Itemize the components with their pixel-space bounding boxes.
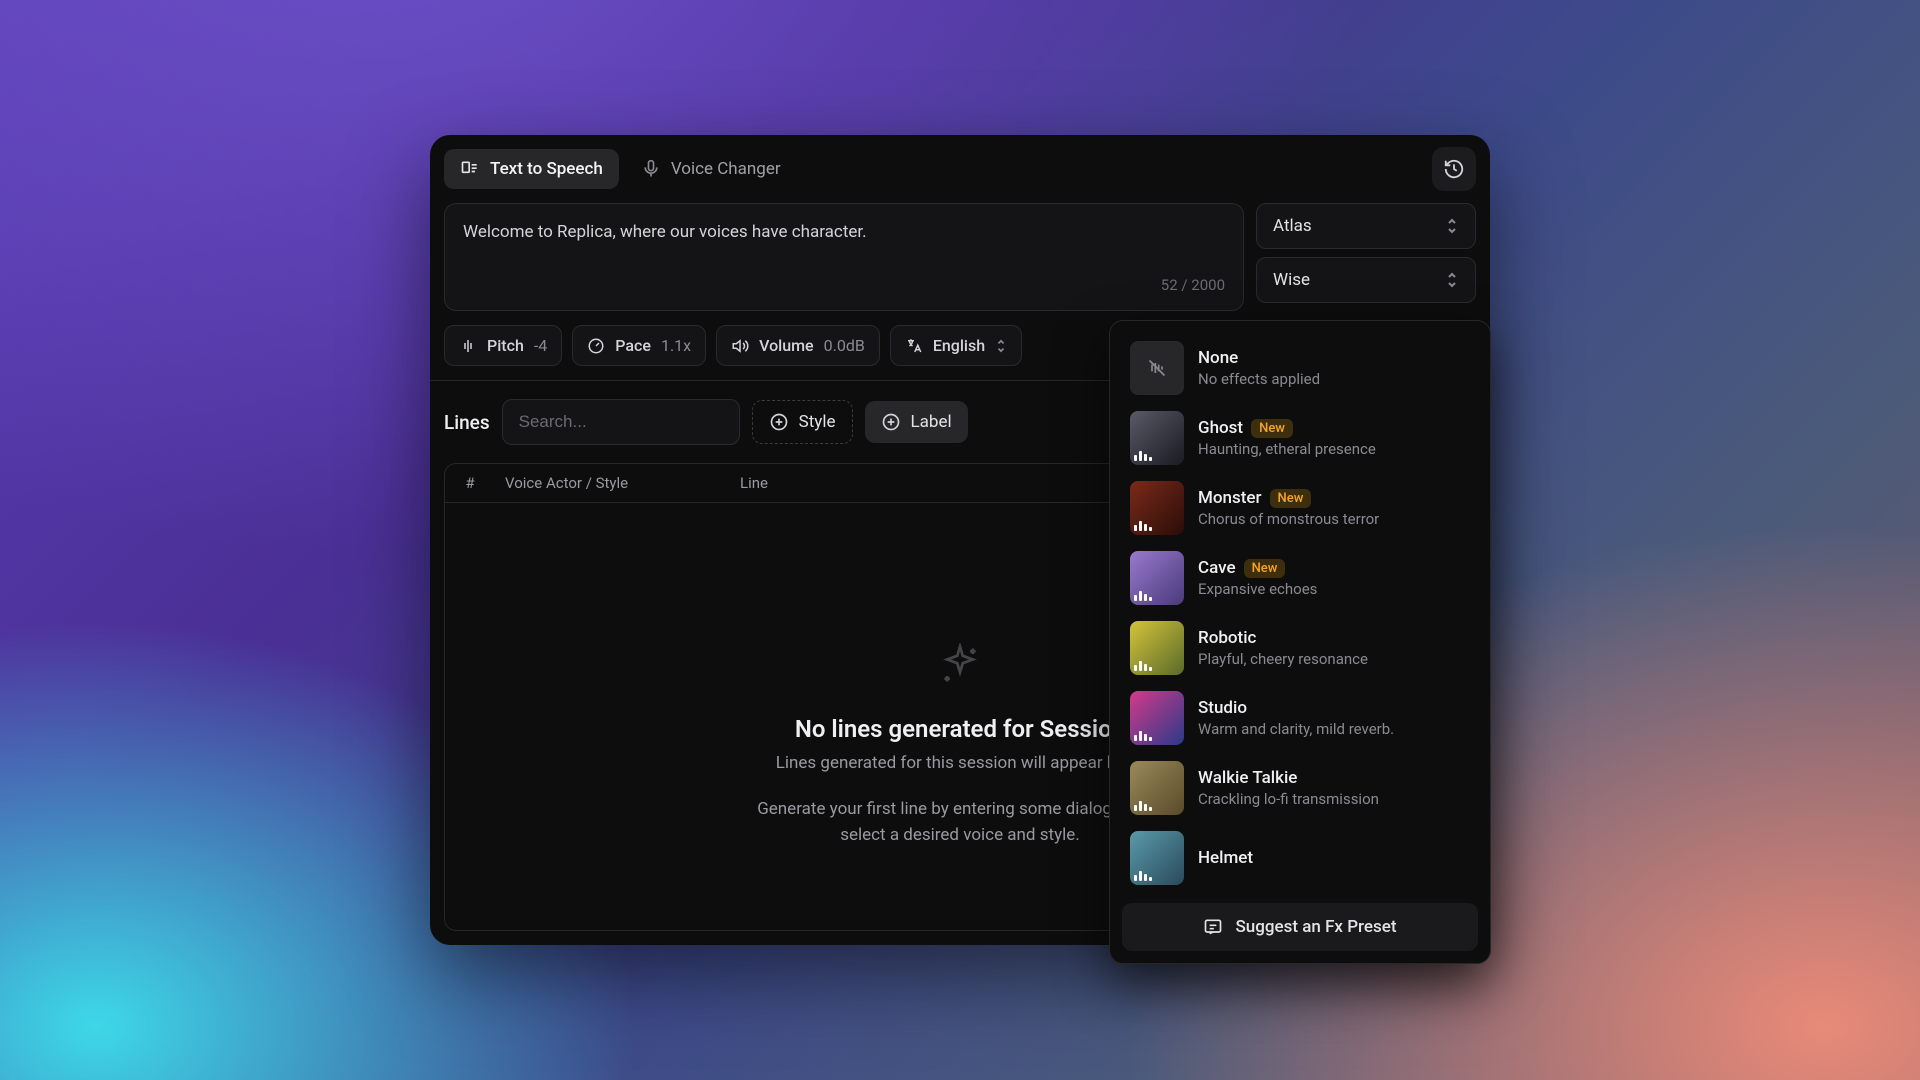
fx-name: Studio [1198,698,1247,718]
history-icon [1443,158,1465,180]
language-value: English [933,336,985,355]
plus-circle-icon [881,412,901,432]
style-btn-label: Style [799,412,836,432]
fx-name: None [1198,348,1470,368]
fx-desc: Playful, cheery resonance [1198,650,1470,668]
volume-value: 0.0dB [824,336,865,355]
translate-icon [905,337,923,355]
fx-name: Helmet [1198,848,1253,868]
language-select[interactable]: English [890,325,1022,366]
voice-select[interactable]: Atlas [1256,203,1476,249]
fx-desc: No effects applied [1198,370,1470,388]
col-index: # [445,474,495,492]
fx-item[interactable]: Walkie Talkie Crackling lo-fi transmissi… [1122,753,1478,823]
history-button[interactable] [1432,147,1476,191]
fx-name: Ghost [1198,418,1243,438]
message-icon [1203,917,1223,937]
chevron-updown-icon [995,338,1007,354]
char-counter: 52 / 2000 [463,276,1225,294]
fx-item[interactable]: Cave New Expansive echoes [1122,543,1478,613]
new-badge: New [1251,419,1293,438]
eq-icon [1134,591,1152,601]
fx-item[interactable]: Monster New Chorus of monstrous terror [1122,473,1478,543]
volume-icon [731,337,749,355]
fx-name: Cave [1198,558,1236,578]
app-card: Text to Speech Voice Changer Welcome to … [430,135,1490,945]
chevron-updown-icon [1445,271,1459,289]
eq-icon [1134,801,1152,811]
top-tabs-row: Text to Speech Voice Changer [430,135,1490,203]
fx-thumb-none [1130,341,1184,395]
fx-name: Walkie Talkie [1198,768,1297,788]
dialogue-text[interactable]: Welcome to Replica, where our voices hav… [463,220,1225,276]
pace-control[interactable]: Pace 1.1x [572,325,706,366]
empty-subtitle: Lines generated for this session will ap… [776,753,1145,773]
fx-thumb [1130,621,1184,675]
eq-icon [1134,451,1152,461]
fx-item[interactable]: Helmet [1122,823,1478,893]
fx-thumb [1130,411,1184,465]
style-select-value: Wise [1273,270,1310,290]
fx-item[interactable]: Studio Warm and clarity, mild reverb. [1122,683,1478,753]
pitch-control[interactable]: Pitch -4 [444,325,562,366]
search-input[interactable] [502,399,740,445]
chevron-updown-icon [1445,217,1459,235]
suggest-fx-label: Suggest an Fx Preset [1235,917,1396,937]
gauge-icon [587,337,605,355]
tab-voice-changer[interactable]: Voice Changer [625,149,797,189]
fx-thumb [1130,691,1184,745]
tab-vc-label: Voice Changer [671,159,781,179]
tab-text-to-speech[interactable]: Text to Speech [444,149,619,189]
pace-value: 1.1x [661,336,691,355]
plus-circle-icon [769,412,789,432]
new-badge: New [1244,559,1286,578]
fx-item-none[interactable]: None No effects applied [1122,333,1478,403]
fx-dropdown-panel: None No effects applied Ghost New Hauntin… [1109,320,1491,964]
fx-desc: Chorus of monstrous terror [1198,510,1470,528]
tts-icon [460,159,480,179]
volume-control[interactable]: Volume 0.0dB [716,325,880,366]
volume-label: Volume [759,336,814,355]
eq-icon [1134,661,1152,671]
fx-thumb [1130,551,1184,605]
pitch-icon [459,337,477,355]
fx-desc: Warm and clarity, mild reverb. [1198,720,1470,738]
mic-icon [641,159,661,179]
fx-name: Monster [1198,488,1262,508]
eq-icon [1134,871,1152,881]
pitch-label: Pitch [487,336,524,355]
add-label-button[interactable]: Label [865,401,968,443]
suggest-fx-button[interactable]: Suggest an Fx Preset [1122,903,1478,951]
pitch-value: -4 [534,336,547,355]
no-effect-icon [1147,358,1167,378]
empty-title: No lines generated for Session [795,715,1125,743]
fx-desc: Expansive echoes [1198,580,1470,598]
lines-title: Lines [444,411,490,434]
fx-desc: Crackling lo-fi transmission [1198,790,1470,808]
new-badge: New [1270,489,1312,508]
style-select[interactable]: Wise [1256,257,1476,303]
voice-select-value: Atlas [1273,216,1312,236]
sparkle-icon [938,643,982,687]
fx-thumb [1130,761,1184,815]
fx-desc: Haunting, etheral presence [1198,440,1470,458]
add-style-button[interactable]: Style [752,400,853,444]
input-row: Welcome to Replica, where our voices hav… [430,203,1490,311]
fx-item[interactable]: Robotic Playful, cheery resonance [1122,613,1478,683]
dialogue-textarea-wrap[interactable]: Welcome to Replica, where our voices hav… [444,203,1244,311]
fx-item[interactable]: Ghost New Haunting, etheral presence [1122,403,1478,473]
empty-help: Generate your first line by entering som… [757,797,1163,848]
fx-thumb [1130,481,1184,535]
tab-tts-label: Text to Speech [490,159,603,179]
eq-icon [1134,731,1152,741]
fx-thumb [1130,831,1184,885]
eq-icon [1134,521,1152,531]
col-actor: Voice Actor / Style [495,474,730,492]
voice-selects-column: Atlas Wise [1256,203,1476,311]
label-btn-label: Label [911,412,952,432]
pace-label: Pace [615,336,651,355]
fx-name: Robotic [1198,628,1256,648]
